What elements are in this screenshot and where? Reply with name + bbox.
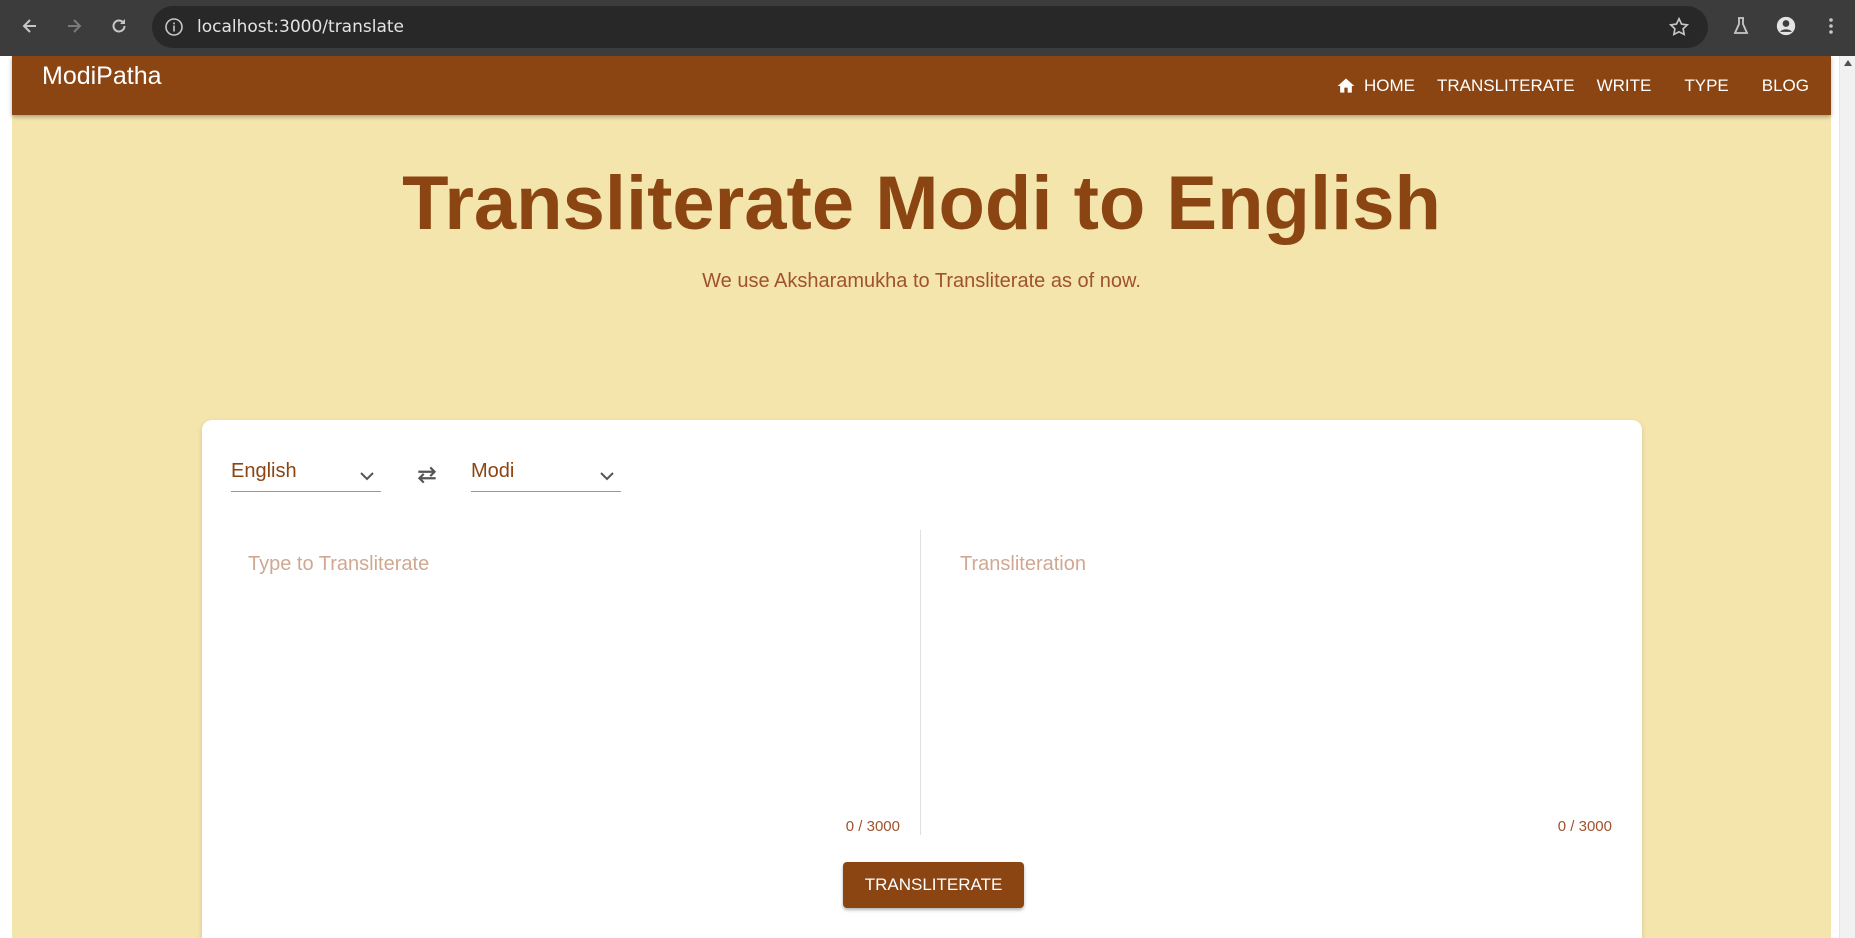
back-icon[interactable] (14, 10, 46, 42)
reload-icon[interactable] (103, 10, 135, 42)
site-info-icon[interactable] (163, 16, 185, 38)
target-language-value: Modi (471, 460, 515, 482)
nav-transliterate-label: TRANSLITERATE (1436, 75, 1575, 95)
input-char-counter: 0 / 3000 (845, 818, 900, 835)
nav-blog-label: BLOG (1761, 75, 1809, 95)
target-language-select[interactable]: Modi (471, 460, 621, 492)
source-language-value: English (231, 460, 297, 482)
labs-icon[interactable] (1725, 10, 1757, 42)
nav-type-label: TYPE (1684, 75, 1729, 95)
translator-card: English Modi Type to Transliterate 0 / 3… (202, 420, 1642, 938)
nav-transliterate[interactable]: TRANSLITERATE (1426, 68, 1586, 104)
output-textarea[interactable]: Transliteration 0 / 3000 (922, 530, 1642, 835)
chevron-down-icon (600, 472, 614, 481)
address-bar[interactable]: localhost:3000/translate (152, 6, 1708, 48)
nav-write[interactable]: WRITE (1586, 68, 1674, 104)
nav-menu: HOME TRANSLITERATE WRITE TYPE BLOG (1325, 56, 1831, 115)
page-viewport: ModiPatha HOME TRANSLITERATE WRITE TYPE … (0, 56, 1855, 938)
home-icon (1337, 78, 1355, 93)
bookmark-star-icon[interactable] (1668, 16, 1690, 43)
nav-home[interactable]: HOME (1325, 68, 1426, 104)
nav-write-label: WRITE (1596, 75, 1652, 95)
chevron-down-icon (360, 472, 374, 481)
brand-logo[interactable]: ModiPatha (42, 62, 162, 91)
input-placeholder: Type to Transliterate (248, 553, 430, 575)
page-content: ModiPatha HOME TRANSLITERATE WRITE TYPE … (12, 56, 1831, 938)
url-text: localhost:3000/translate (197, 17, 404, 37)
profile-icon[interactable] (1770, 10, 1802, 42)
forward-icon[interactable] (58, 10, 90, 42)
input-textarea[interactable]: Type to Transliterate 0 / 3000 (202, 530, 921, 835)
page-subtitle: We use Aksharamukha to Transliterate as … (702, 270, 1141, 292)
page-scrollbar[interactable] (1839, 56, 1855, 938)
nav-blog[interactable]: BLOG (1751, 68, 1831, 104)
app-navbar: ModiPatha HOME TRANSLITERATE WRITE TYPE … (12, 56, 1831, 115)
page-title: Transliterate Modi to English (402, 161, 1441, 246)
source-language-select[interactable]: English (231, 460, 381, 492)
output-placeholder: Transliteration (960, 553, 1086, 575)
scroll-up-arrow-icon[interactable] (1844, 60, 1852, 66)
nav-type[interactable]: TYPE (1673, 68, 1750, 104)
transliterate-button[interactable]: TRANSLITERATE (843, 862, 1024, 908)
nav-home-label: HOME (1363, 75, 1415, 95)
menu-icon[interactable] (1815, 10, 1847, 42)
swap-languages-icon[interactable] (414, 462, 440, 493)
output-char-counter: 0 / 3000 (1557, 818, 1612, 835)
browser-toolbar: localhost:3000/translate (0, 0, 1855, 56)
